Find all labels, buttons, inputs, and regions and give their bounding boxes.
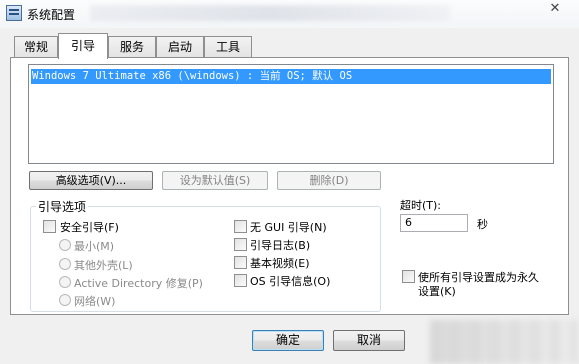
ad-repair-label: Active Directory 修复(P) — [74, 277, 203, 290]
boot-log-checkbox[interactable] — [234, 238, 247, 251]
no-gui-boot-label: 无 GUI 引导(N) — [250, 221, 327, 234]
title-bar: 系统配置 ✕ — [0, 0, 579, 28]
cancel-button[interactable]: 取消 — [333, 330, 405, 351]
advanced-options-button[interactable]: 高级选项(V)... — [29, 171, 153, 190]
boot-entries-list[interactable]: Windows 7 Ultimate x86 (\windows) : 当前 O… — [28, 64, 554, 164]
boot-options-title: 引导选项 — [36, 198, 89, 215]
set-default-button[interactable]: 设为默认值(S) — [162, 171, 268, 190]
close-icon[interactable]: ✕ — [536, 0, 574, 20]
timeout-label: 超时(T): — [400, 199, 442, 212]
make-permanent-checkbox[interactable] — [402, 270, 415, 283]
blurred-corner-overlay — [430, 320, 579, 364]
tab-boot[interactable]: 引导 — [58, 33, 108, 59]
timeout-input[interactable]: 6 — [400, 214, 468, 232]
alternate-shell-radio[interactable] — [59, 258, 71, 270]
base-video-checkbox[interactable] — [234, 256, 247, 269]
network-radio[interactable] — [59, 294, 71, 306]
alternate-shell-label: 其他外壳(L) — [74, 259, 133, 272]
boot-log-label: 引导日志(B) — [250, 239, 311, 252]
ok-button[interactable]: 确定 — [252, 330, 324, 351]
boot-entry-row[interactable]: Windows 7 Ultimate x86 (\windows) : 当前 O… — [31, 69, 551, 84]
make-permanent-label-line2: 设置(K) — [418, 285, 456, 298]
base-video-label: 基本视频(E) — [250, 257, 310, 270]
ad-repair-radio[interactable] — [59, 276, 71, 288]
no-gui-boot-checkbox[interactable] — [234, 220, 247, 233]
tab-services[interactable]: 服务 — [108, 36, 156, 58]
minimal-radio[interactable] — [59, 239, 71, 251]
blurred-background-text — [90, 5, 450, 21]
delete-button[interactable]: 删除(D) — [277, 171, 381, 190]
window-title: 系统配置 — [27, 8, 76, 22]
minimal-label: 最小(M) — [74, 240, 115, 253]
timeout-unit-label: 秒 — [477, 218, 488, 231]
os-boot-info-checkbox[interactable] — [234, 274, 247, 287]
os-boot-info-label: OS 引导信息(O) — [250, 275, 331, 288]
safe-boot-checkbox[interactable] — [43, 220, 56, 233]
safe-boot-label: 安全引导(F) — [60, 221, 119, 234]
tab-tools[interactable]: 工具 — [204, 36, 252, 58]
system-config-icon — [6, 5, 22, 21]
tab-general[interactable]: 常规 — [14, 36, 58, 58]
tab-startup[interactable]: 启动 — [156, 36, 204, 58]
network-label: 网络(W) — [74, 295, 116, 308]
